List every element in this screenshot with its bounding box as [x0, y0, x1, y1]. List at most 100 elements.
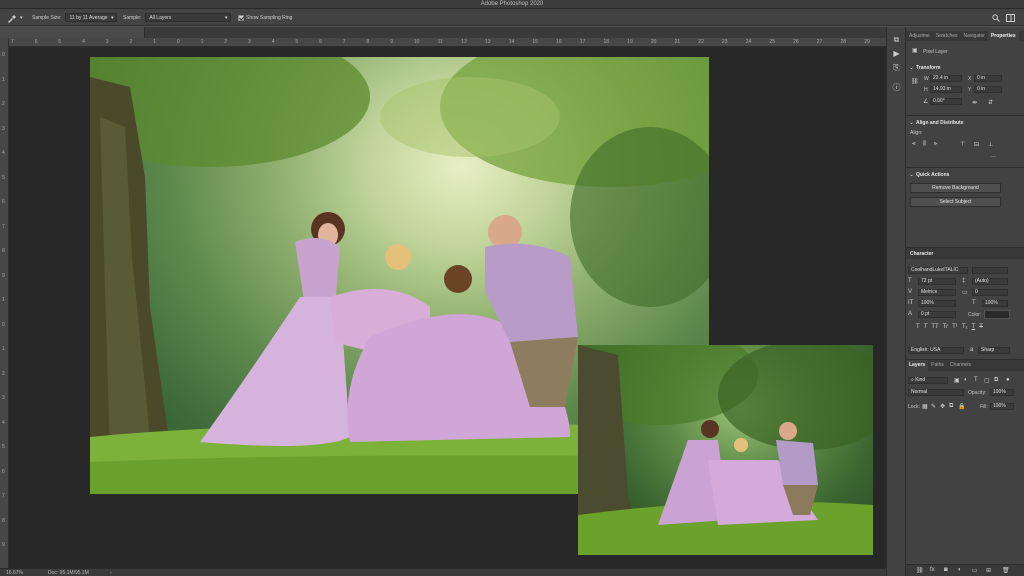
align-center-h-icon[interactable]: ⫼	[923, 141, 926, 148]
opacity-field[interactable]: 100%	[990, 389, 1014, 396]
underline-button[interactable]: T	[972, 324, 976, 330]
tab-layers[interactable]: Layers	[906, 360, 929, 371]
filter-type-icon[interactable]: T	[974, 377, 978, 383]
text-color-swatch[interactable]	[984, 310, 1010, 319]
filter-adjustment-icon[interactable]: ◐	[964, 377, 968, 383]
link-dimensions-icon[interactable]: ⛓	[911, 78, 919, 85]
font-size-icon: T	[908, 278, 912, 284]
secondary-photo[interactable]	[578, 345, 873, 555]
link-layers-icon[interactable]: ⛓	[916, 567, 924, 574]
filter-shape-icon[interactable]: ▢	[984, 377, 990, 384]
baseline-shift-field[interactable]: 0 pt	[918, 311, 956, 318]
x-field[interactable]: 0 in	[974, 75, 1002, 82]
ruler-tick-label: 7	[11, 39, 14, 45]
sample-size-select[interactable]: 11 by 11 Average ▾	[65, 13, 118, 22]
new-layer-icon[interactable]: ⊞	[986, 567, 991, 574]
document-tab[interactable]	[0, 27, 145, 38]
flip-vertical-icon[interactable]: ⇵	[988, 99, 993, 106]
trash-icon[interactable]: 🗑	[1002, 567, 1010, 574]
ruler-tick-label: 3	[2, 395, 5, 401]
align-left-icon[interactable]: ⫷	[912, 141, 915, 148]
collapse-quick-icon[interactable]: ⌄	[909, 171, 914, 178]
all-caps-button[interactable]: TT	[931, 324, 938, 330]
ruler-tick-label: 0	[176, 39, 180, 45]
language-select[interactable]: English: USA	[908, 347, 964, 354]
lock-all-icon[interactable]: 🔒	[958, 403, 965, 410]
show-sampling-ring-checkbox[interactable]: Show Sampling Ring	[238, 12, 292, 23]
status-arrow-icon[interactable]: ›	[110, 570, 112, 576]
superscript-button[interactable]: T¹	[952, 324, 958, 330]
width-field[interactable]: 22.4 in	[930, 75, 962, 82]
tab-paths[interactable]: Paths	[928, 360, 947, 371]
small-caps-button[interactable]: Tr	[943, 324, 948, 330]
anti-alias-icon: a	[970, 347, 974, 353]
filter-toggle-icon[interactable]: ●	[1006, 377, 1010, 383]
faux-bold-button[interactable]: T	[916, 324, 920, 330]
horizontal-scale-field[interactable]: 100%	[982, 300, 1008, 307]
ruler-tick-label: 7	[2, 223, 5, 230]
tab-navigator[interactable]: Navigator	[961, 31, 988, 41]
anti-alias-select[interactable]: Sharp	[978, 347, 1010, 354]
zoom-level[interactable]: 16.67%	[6, 570, 23, 576]
tab-channels[interactable]: Channels	[947, 360, 974, 371]
ruler-tick-label: 8	[2, 517, 5, 524]
angle-field[interactable]: 0.00°	[930, 98, 962, 105]
vertical-scale-field[interactable]: 100%	[918, 300, 956, 307]
tab-swatches[interactable]: Swatches	[933, 31, 961, 41]
ruler-tick-label: 6	[319, 39, 322, 45]
workspace-icon[interactable]	[1006, 12, 1015, 23]
tab-properties[interactable]: Properties	[987, 31, 1019, 41]
blend-mode-select[interactable]: Normal	[908, 389, 964, 396]
align-bottom-icon[interactable]: ⊥	[988, 141, 993, 148]
y-field[interactable]: 0 in	[974, 86, 1002, 93]
leading-field[interactable]: (Auto)	[972, 278, 1008, 285]
history-icon[interactable]: ⧉	[892, 35, 901, 44]
layer-filter-select[interactable]: ⌕ Kind	[908, 377, 948, 384]
play-action-icon[interactable]: ▶	[892, 49, 901, 58]
options-bar: ▾ Sample Size: 11 by 11 Average ▾ Sample…	[0, 9, 1024, 26]
tracking-field[interactable]: 0	[972, 289, 1008, 296]
font-style-select[interactable]	[972, 267, 1008, 274]
align-right-icon[interactable]: ⫸	[934, 141, 937, 148]
ruler-tick-label: 4	[2, 419, 5, 426]
select-subject-button[interactable]: Select Subject	[910, 197, 1001, 207]
tab-adjustments[interactable]: Adjustme	[906, 31, 933, 41]
filter-smart-icon[interactable]: ⧉	[994, 377, 998, 384]
font-family-select[interactable]: CoolhandLukeITALIC	[908, 267, 968, 274]
sample-select[interactable]: All Layers ▾	[145, 13, 232, 22]
export-icon[interactable]: ⎘	[892, 63, 901, 72]
strikethrough-button[interactable]: T	[979, 324, 983, 330]
align-middle-v-icon[interactable]: ⊟	[974, 141, 979, 148]
character-tab-bar: Character	[906, 248, 1024, 259]
align-top-icon[interactable]: ⊤	[960, 141, 965, 148]
remove-background-button[interactable]: Remove Background	[910, 183, 1001, 193]
faux-italic-button[interactable]: T	[924, 324, 928, 330]
lock-position-icon[interactable]: ✥	[940, 403, 945, 410]
info-icon[interactable]: ⓘ	[892, 83, 901, 92]
collapse-transform-icon[interactable]: ⌄	[909, 64, 914, 71]
character-title[interactable]: Character	[910, 251, 933, 257]
new-group-icon[interactable]: ▭	[972, 567, 978, 574]
add-mask-icon[interactable]: ◙	[944, 567, 948, 573]
subscript-button[interactable]: T₁	[962, 324, 968, 330]
ruler-tick-label: 29	[864, 39, 870, 45]
fill-field[interactable]: 100%	[990, 403, 1014, 410]
lock-transparent-icon[interactable]: ▦	[922, 403, 928, 410]
layer-style-icon[interactable]: fx	[930, 567, 935, 573]
font-size-field[interactable]: 72 pt	[918, 278, 956, 285]
kerning-field[interactable]: Metrics	[918, 289, 956, 296]
height-field[interactable]: 14.93 in	[930, 86, 962, 93]
more-options-icon[interactable]: …	[990, 153, 996, 159]
collapse-align-icon[interactable]: ⌄	[909, 119, 914, 126]
filter-pixel-icon[interactable]: ▣	[954, 377, 960, 384]
flip-horizontal-icon[interactable]: ⇹	[972, 99, 977, 106]
ruler-tick-label: 5	[58, 39, 62, 45]
lock-pixels-icon[interactable]: ✎	[931, 403, 936, 410]
opacity-label: Opacity:	[968, 390, 987, 396]
adjustment-layer-icon[interactable]: ◐	[958, 567, 962, 573]
eyedropper-tool-icon[interactable]: ▾	[6, 12, 23, 23]
search-icon[interactable]	[992, 12, 1000, 23]
lock-artboard-icon[interactable]: ⧉	[949, 403, 953, 410]
vertical-ruler: 012345678910123456789	[0, 38, 9, 568]
canvas-area[interactable]	[9, 47, 886, 568]
